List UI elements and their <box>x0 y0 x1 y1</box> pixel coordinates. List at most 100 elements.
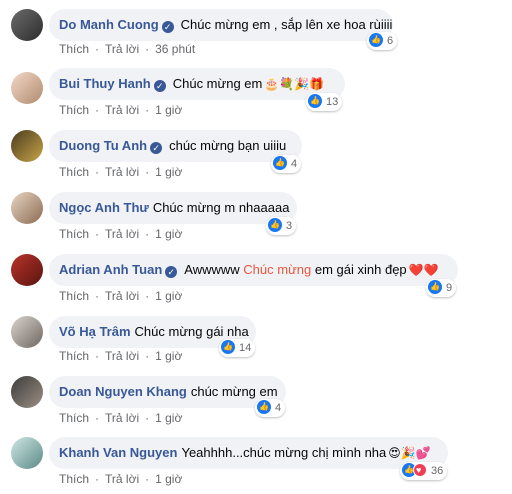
reaction-summary[interactable]: 14 <box>219 339 256 357</box>
comment-time[interactable]: 1 giờ <box>155 227 182 241</box>
reaction-count: 14 <box>239 342 252 354</box>
reaction-count: 9 <box>446 282 453 294</box>
commenter-name[interactable]: Adrian Anh Tuan <box>59 262 162 277</box>
comment-time[interactable]: 1 giờ <box>155 289 182 303</box>
reply-action[interactable]: Trả lời <box>105 103 139 117</box>
comment-text-highlight[interactable]: Chúc mừng <box>243 262 311 277</box>
like-action[interactable]: Thích <box>59 472 89 486</box>
comment-emojis: 🎂💐🎉🎁 <box>264 77 325 91</box>
comment-text: chúc mừng bạn uiiiu <box>169 138 287 153</box>
like-action[interactable]: Thích <box>59 349 89 363</box>
reaction-summary[interactable]: 3 <box>266 217 297 235</box>
reaction-count: 6 <box>387 35 394 47</box>
comment-2: Bui Thuy Hanh✓ Chúc mừng em🎂💐🎉🎁 13 Thích ·… <box>0 63 512 125</box>
like-reaction-icon <box>257 400 271 414</box>
avatar[interactable] <box>11 9 43 41</box>
comment-text: Yeahhhh...chúc mừng chị mình nha <box>181 445 387 460</box>
like-action[interactable]: Thích <box>59 165 89 179</box>
reaction-summary[interactable]: 13 <box>306 93 343 111</box>
separator: · <box>145 165 150 179</box>
like-action[interactable]: Thích <box>59 103 89 117</box>
separator: · <box>95 411 100 425</box>
commenter-name[interactable]: Ngọc Anh Thư <box>59 200 149 215</box>
separator: · <box>145 42 150 56</box>
comment-time[interactable]: 1 giờ <box>155 472 182 486</box>
like-reaction-icon <box>369 33 383 47</box>
comment-bubble: Bui Thuy Hanh ✓ Chúc mừng em 🎂💐🎉🎁 <box>49 68 345 100</box>
reaction-count: 4 <box>275 402 282 414</box>
separator: · <box>95 227 100 241</box>
like-reaction-icon <box>308 94 322 108</box>
avatar[interactable] <box>11 254 43 286</box>
like-action[interactable]: Thích <box>59 289 89 303</box>
like-action[interactable]: Thích <box>59 227 89 241</box>
separator: · <box>145 349 150 363</box>
separator: · <box>95 103 100 117</box>
verified-badge-icon: ✓ <box>165 266 178 278</box>
comment-actions: Thích · Trả lời · 1 giờ <box>59 349 182 363</box>
comment-time[interactable]: 1 giờ <box>155 411 182 425</box>
verified-badge-icon: ✓ <box>150 142 163 154</box>
separator: · <box>145 227 150 241</box>
reaction-count: 3 <box>286 220 293 232</box>
reply-action[interactable]: Trả lời <box>105 472 139 486</box>
comment-text: chúc mừng em <box>190 384 278 399</box>
reply-action[interactable]: Trả lời <box>105 289 139 303</box>
separator: · <box>95 289 100 303</box>
reaction-count: 36 <box>431 465 444 477</box>
comment-time[interactable]: 36 phút <box>155 42 195 56</box>
comment-actions: Thích · Trả lời · 1 giờ <box>59 472 182 486</box>
comment-actions: Thích · Trả lời · 36 phút <box>59 42 195 56</box>
comment-7: Doan Nguyen Khangchúc mừng em 4 Thích · Tr… <box>0 371 512 433</box>
reaction-count: 4 <box>291 158 298 170</box>
comment-text: Chúc mừng gái nha <box>134 324 249 339</box>
reply-action[interactable]: Trả lời <box>105 42 139 56</box>
separator: · <box>145 289 150 303</box>
comment-4: Ngọc Anh ThưChúc mừng m nhaaaaa 3 Thích ·… <box>0 187 512 249</box>
commenter-name[interactable]: Duong Tu Anh <box>59 138 147 153</box>
commenter-name[interactable]: Võ Hạ Trâm <box>59 324 131 339</box>
commenter-name[interactable]: Doan Nguyen Khang <box>59 384 187 399</box>
comment-text: Chúc mừng m nhaaaaa <box>152 200 290 215</box>
avatar[interactable] <box>11 72 43 104</box>
reaction-summary[interactable]: 6 <box>367 32 398 50</box>
reaction-summary[interactable]: 9 <box>426 279 457 297</box>
comment-time[interactable]: 1 giờ <box>155 103 182 117</box>
like-reaction-icon <box>221 340 235 354</box>
reply-action[interactable]: Trả lời <box>105 349 139 363</box>
comment-actions: Thích · Trả lời · 1 giờ <box>59 289 182 303</box>
comment-actions: Thích · Trả lời · 1 giờ <box>59 411 182 425</box>
comment-actions: Thích · Trả lời · 1 giờ <box>59 165 182 179</box>
separator: · <box>95 165 100 179</box>
like-reaction-icon <box>428 280 442 294</box>
comment-time[interactable]: 1 giờ <box>155 349 182 363</box>
reaction-summary[interactable]: 36 <box>400 462 448 480</box>
reaction-summary[interactable]: 4 <box>255 399 286 417</box>
comment-1: Do Manh Cuong ✓ Chúc mừng em , sắp lên xe … <box>0 0 512 62</box>
like-reaction-icon <box>273 156 287 170</box>
reply-action[interactable]: Trả lời <box>105 165 139 179</box>
avatar[interactable] <box>11 316 43 348</box>
comment-actions: Thích · Trả lời · 1 giờ <box>59 103 182 117</box>
like-action[interactable]: Thích <box>59 42 89 56</box>
separator: · <box>95 42 100 56</box>
commenter-name[interactable]: Bui Thuy Hanh <box>59 76 151 91</box>
comment-3: Duong Tu Anh✓ chúc mừng bạn uiiiu 4 Thích… <box>0 125 512 187</box>
reaction-count: 13 <box>326 96 339 108</box>
like-action[interactable]: Thích <box>59 411 89 425</box>
avatar[interactable] <box>11 192 43 224</box>
comment-time[interactable]: 1 giờ <box>155 165 182 179</box>
comment-emojis: 😍🎉💕 <box>388 446 431 460</box>
reaction-summary[interactable]: 4 <box>271 155 302 173</box>
commenter-name[interactable]: Do Manh Cuong <box>59 17 159 32</box>
reply-action[interactable]: Trả lời <box>105 411 139 425</box>
reply-action[interactable]: Trả lời <box>105 227 139 241</box>
avatar[interactable] <box>11 437 43 469</box>
comment-text-before: Awwwww <box>184 262 240 277</box>
avatar[interactable] <box>11 130 43 162</box>
commenter-name[interactable]: Khanh Van Nguyen <box>59 445 177 460</box>
comment-text-after: em gái xinh đẹp <box>314 262 407 277</box>
love-reaction-icon <box>413 463 427 477</box>
comment-bubble: Khanh Van Nguyen Yeahhhh...chúc mừng chị … <box>49 437 448 469</box>
avatar[interactable] <box>11 376 43 408</box>
